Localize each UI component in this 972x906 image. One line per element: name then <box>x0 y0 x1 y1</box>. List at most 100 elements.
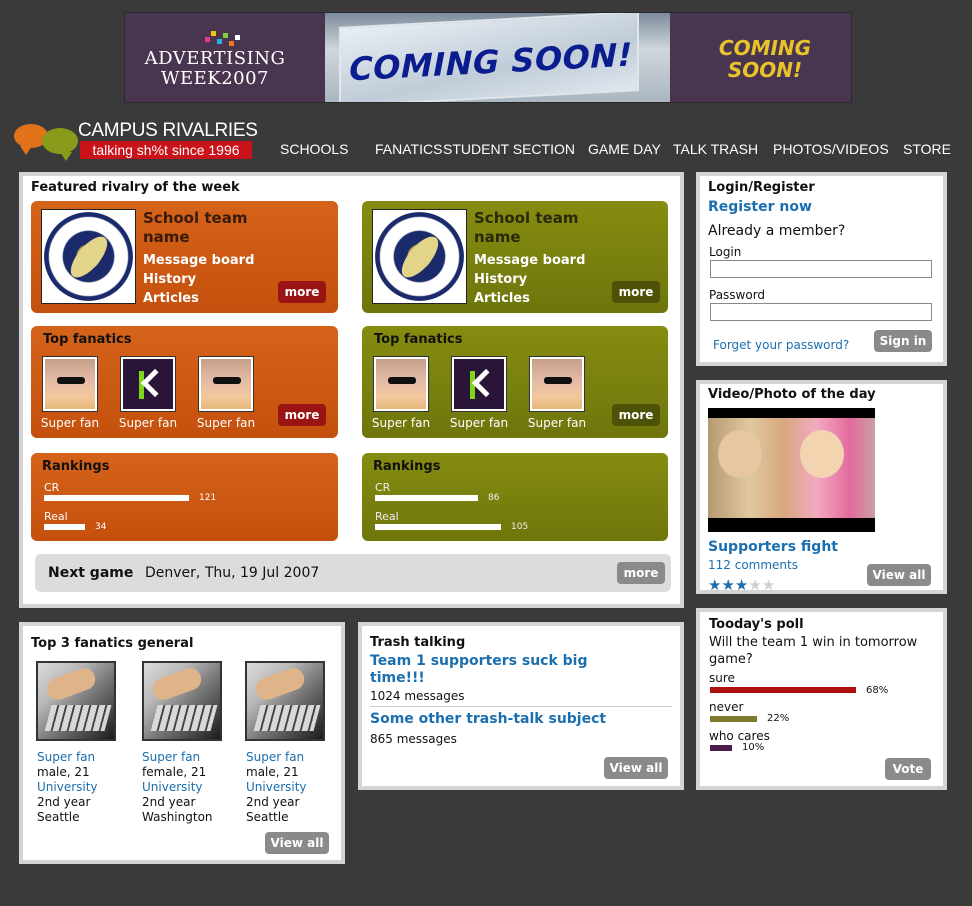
fan-city: Seattle <box>37 810 80 824</box>
star-empty-icon[interactable]: ★ <box>748 578 761 593</box>
more-button[interactable]: more <box>278 281 326 303</box>
rankings-card-1: Rankings CR 121 Real 34 <box>31 453 338 541</box>
nav-talk-trash[interactable]: TALK TRASH <box>673 141 758 157</box>
adweek-logo: ADVERTISING WEEK2007 <box>144 48 286 89</box>
fan-school-link[interactable]: University <box>142 780 213 795</box>
nav-schools[interactable]: SCHOOLS <box>280 141 348 157</box>
star-filled-icon[interactable]: ★ <box>721 578 734 593</box>
history-link[interactable]: History <box>143 270 254 289</box>
star-empty-icon[interactable]: ★ <box>762 578 775 593</box>
register-link[interactable]: Register now <box>708 199 812 215</box>
fan-label: Super fan <box>40 416 100 430</box>
sign-in-button[interactable]: Sign in <box>874 330 932 352</box>
ranking-value: 105 <box>511 522 529 532</box>
rankings-card-2: Rankings CR 86 Real 105 <box>362 453 668 541</box>
top3-view-all-button[interactable]: View all <box>265 832 329 854</box>
trash-view-all-button[interactable]: View all <box>604 757 668 779</box>
nav-store[interactable]: STORE <box>903 141 951 157</box>
nav-photos-videos[interactable]: PHOTOS/VIDEOS <box>773 141 889 157</box>
fan-school-link[interactable]: University <box>246 780 307 795</box>
advertising-banner[interactable]: ADVERTISING WEEK2007 COMING SOON! COMING… <box>124 12 852 103</box>
password-label: Password <box>709 288 766 302</box>
fan-role-link[interactable]: Super fan <box>37 750 98 765</box>
coming-soon-text: COMING SOON! <box>349 35 633 89</box>
poll-option-label[interactable]: sure <box>709 671 735 685</box>
login-title: Login/Register <box>708 180 815 195</box>
ranking-label: Real <box>44 510 68 523</box>
poll-bar <box>710 716 757 722</box>
star-filled-icon[interactable]: ★ <box>708 578 721 593</box>
trash-topic-link[interactable]: Some other trash-talk subject <box>370 711 606 727</box>
forgot-password-link[interactable]: Forget your password? <box>713 338 849 352</box>
fan-photo[interactable] <box>245 661 325 741</box>
articles-link[interactable]: Articles <box>143 289 254 308</box>
trash-title: Trash talking <box>370 635 466 650</box>
message-board-link[interactable]: Message board <box>143 251 254 270</box>
fan-photo[interactable] <box>36 661 116 741</box>
poll-title: Tooday's poll <box>709 617 804 632</box>
history-link[interactable]: History <box>474 270 585 289</box>
team-name[interactable]: School team name <box>474 209 604 247</box>
login-field[interactable] <box>710 260 932 278</box>
top3-fanatics-panel: Top 3 fanatics general Super fan male, 2… <box>19 622 345 864</box>
vote-button[interactable]: Vote <box>885 758 931 780</box>
message-board-link[interactable]: Message board <box>474 251 585 270</box>
fan-item[interactable]: Super fan <box>119 356 177 430</box>
rankings-title: Rankings <box>42 459 110 474</box>
top-fanatics-card-1: Top fanatics Super fan Super fan Super f… <box>31 326 338 438</box>
ranking-bar <box>375 524 501 530</box>
nav-student-section[interactable]: STUDENT SECTION <box>443 141 575 157</box>
fan-school-link[interactable]: University <box>37 780 98 795</box>
fan-role-link[interactable]: Super fan <box>142 750 213 765</box>
ranking-label: Real <box>375 510 399 523</box>
top-fanatics-card-2: Top fanatics Super fan Super fan Super f… <box>362 326 668 438</box>
rating-stars[interactable]: ★★★★★ <box>708 575 775 594</box>
school-crest-icon[interactable] <box>41 209 136 304</box>
trash-topic-count: 865 messages <box>370 732 457 746</box>
fan-item[interactable]: Super fan <box>41 356 99 430</box>
school-crest-icon[interactable] <box>372 209 467 304</box>
next-game-more-button[interactable]: more <box>617 562 665 584</box>
fan-role-link[interactable]: Super fan <box>246 750 307 765</box>
video-caption-link[interactable]: Supporters fight <box>708 539 838 555</box>
fan-item[interactable]: Super fan <box>372 356 430 430</box>
site-tagline: talking sh%t since 1996 <box>80 141 252 159</box>
ranking-bar <box>44 495 189 501</box>
nav-game-day[interactable]: GAME DAY <box>588 141 661 157</box>
star-filled-icon[interactable]: ★ <box>735 578 748 593</box>
poll-bar <box>710 687 856 693</box>
more-button[interactable]: more <box>612 404 660 426</box>
ranking-value: 34 <box>95 522 107 532</box>
fan-item[interactable]: Super fan <box>197 356 255 430</box>
more-button[interactable]: more <box>278 404 326 426</box>
next-game-bar: Next game Denver, Thu, 19 Jul 2007 more <box>35 554 671 592</box>
poll-option-label[interactable]: who cares <box>709 729 770 743</box>
fan-label: Super fan <box>196 416 256 430</box>
more-button[interactable]: more <box>612 281 660 303</box>
fan-label: Super fan <box>527 416 587 430</box>
fan-photo[interactable] <box>142 661 222 741</box>
trash-topic-link[interactable]: Team 1 supporters suck big time!!! <box>370 653 600 687</box>
poll-percent: 22% <box>767 713 790 724</box>
fan-avatar <box>376 359 426 409</box>
fan-item[interactable]: Super fan <box>450 356 508 430</box>
top-fanatics-title: Top fanatics <box>43 332 132 347</box>
fan-item[interactable]: Super fan <box>528 356 586 430</box>
password-field[interactable] <box>710 303 932 321</box>
poll-question: Will the team 1 win in tomorrow game? <box>709 635 918 667</box>
trash-topic-count: 1024 messages <box>370 689 465 703</box>
poll-panel: Tooday's poll Will the team 1 win in tom… <box>696 608 947 790</box>
video-thumbnail[interactable] <box>708 408 875 532</box>
fan-city: Seattle <box>246 810 289 824</box>
video-comments-link[interactable]: 112 comments <box>708 558 798 572</box>
fan-gender-age: male, 21 <box>37 765 90 779</box>
poll-option-label[interactable]: never <box>709 700 743 714</box>
video-view-all-button[interactable]: View all <box>867 564 931 586</box>
ranking-bar <box>44 524 85 530</box>
team-name[interactable]: School team name <box>143 209 273 247</box>
vs-connector <box>338 492 346 504</box>
nav-fanatics[interactable]: FANATICS <box>375 141 442 157</box>
top3-title: Top 3 fanatics general <box>31 636 194 651</box>
site-logo[interactable]: CAMPUS RIVALRIES talking sh%t since 1996 <box>14 120 258 162</box>
articles-link[interactable]: Articles <box>474 289 585 308</box>
